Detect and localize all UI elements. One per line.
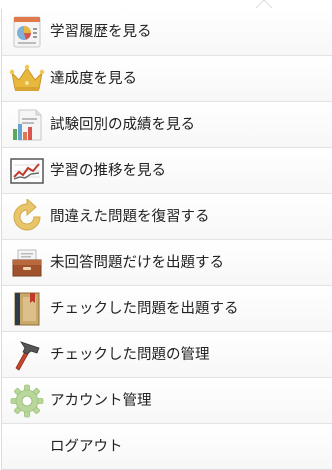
- menu-item-checked-questions-quiz[interactable]: チェックした問題を出題する: [2, 285, 332, 331]
- menu-item-unanswered-questions[interactable]: 未回答問題だけを出題する: [2, 239, 332, 285]
- file-drawer-icon: [9, 245, 45, 281]
- menu-item-label: 学習履歴を見る: [50, 24, 152, 40]
- chart-document-icon: [9, 14, 45, 50]
- hammer-icon: [9, 337, 45, 373]
- report-bar-chart-icon: [9, 107, 45, 143]
- line-graph-icon: [9, 153, 45, 189]
- gear-icon: [9, 383, 45, 419]
- menu-item-achievement[interactable]: 達成度を見る: [2, 55, 332, 101]
- menu-item-label: チェックした問題の管理: [50, 347, 210, 363]
- menu-item-review-mistakes[interactable]: 間違えた問題を復習する: [2, 193, 332, 239]
- menu-item-learning-trend[interactable]: 学習の推移を見る: [2, 147, 332, 193]
- menu-item-label: チェックした問題を出題する: [50, 301, 239, 317]
- menu-item-logout[interactable]: ログアウト: [2, 423, 332, 469]
- menu-item-manage-checked[interactable]: チェックした問題の管理: [2, 331, 332, 377]
- menu-item-label: アカウント管理: [50, 393, 152, 409]
- menu-item-scores-by-exam[interactable]: 試験回別の成績を見る: [2, 101, 332, 147]
- menu-item-account-settings[interactable]: アカウント管理: [2, 377, 332, 423]
- menu-item-label: 間違えた問題を復習する: [50, 209, 210, 225]
- refresh-arrow-icon: [9, 199, 45, 235]
- menu-item-label: 学習の推移を見る: [50, 163, 166, 179]
- menu-item-label: ログアウト: [50, 439, 123, 455]
- menu-item-label: 達成度を見る: [50, 71, 137, 87]
- menu-panel: 学習履歴を見る 達成度を見る 試験回別の成績を見る 学習の推移を見る 間違えた問…: [1, 9, 332, 470]
- menu-item-label: 試験回別の成績を見る: [50, 117, 195, 133]
- menu-item-label: 未回答問題だけを出題する: [50, 255, 224, 271]
- menu-caret: [255, 0, 273, 9]
- menu-item-study-history[interactable]: 学習履歴を見る: [2, 9, 332, 55]
- crown-icon: [9, 61, 45, 97]
- bookmarked-book-icon: [9, 291, 45, 327]
- dropdown-menu: 学習履歴を見る 達成度を見る 試験回別の成績を見る 学習の推移を見る 間違えた問…: [0, 0, 332, 470]
